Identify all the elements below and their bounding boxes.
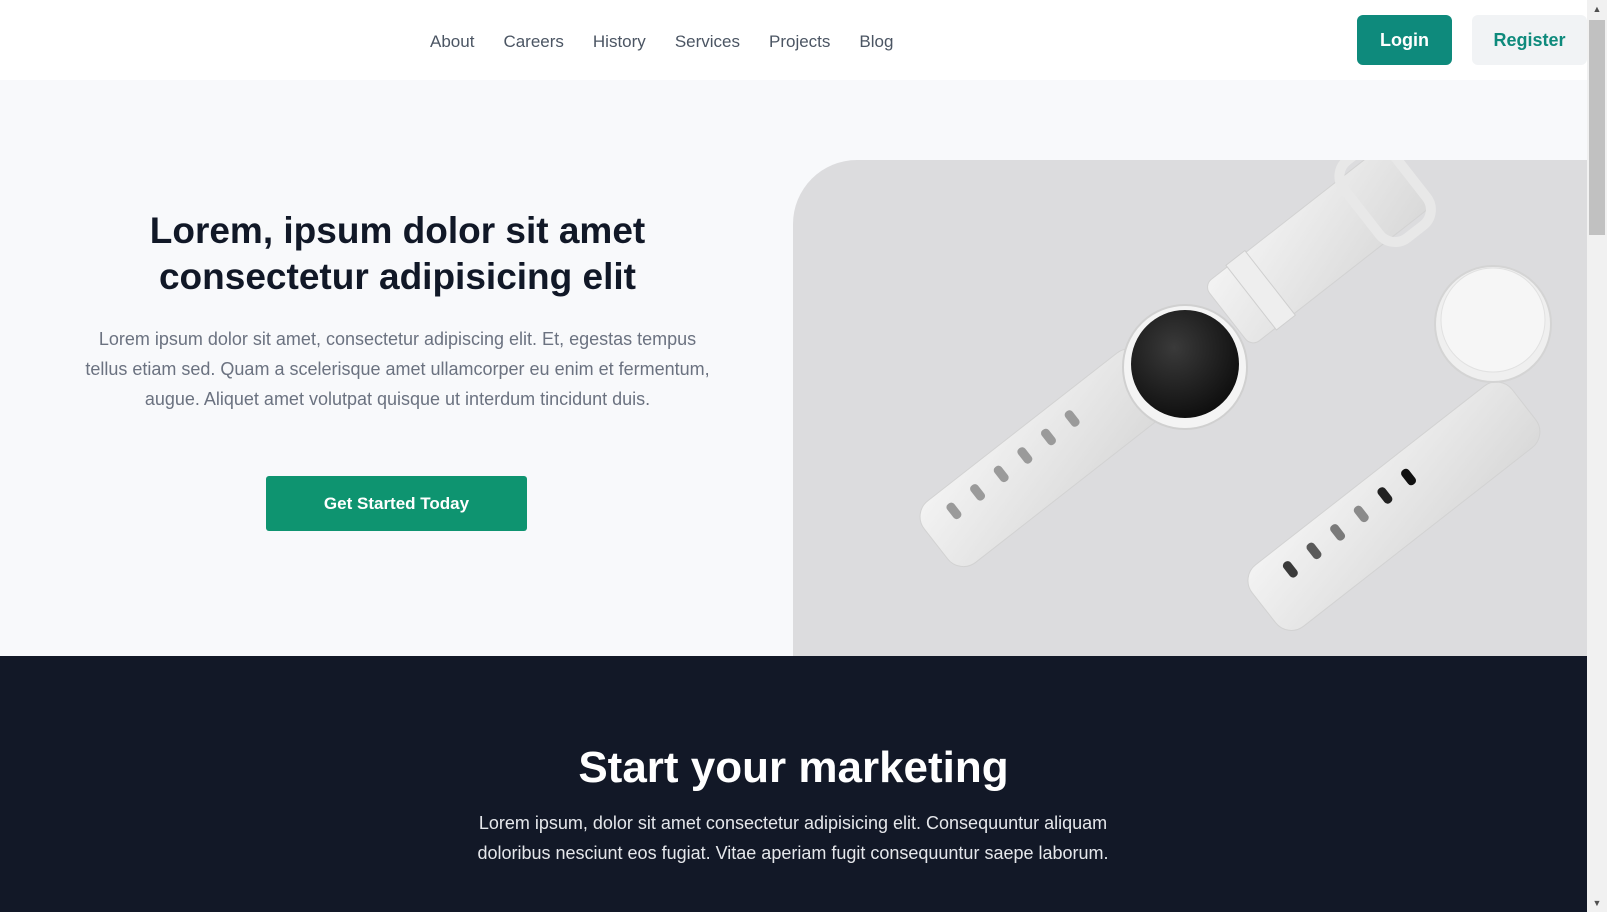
smartwatch-image bbox=[793, 160, 1587, 656]
get-started-button[interactable]: Get Started Today bbox=[266, 476, 527, 531]
nav-link-services[interactable]: Services bbox=[675, 28, 740, 56]
nav-link-careers[interactable]: Careers bbox=[503, 28, 563, 56]
scroll-down-arrow-icon[interactable]: ▼ bbox=[1587, 894, 1607, 912]
hero-title: Lorem, ipsum dolor sit amet consectetur … bbox=[149, 210, 646, 297]
marketing-section: Start your marketing Lorem ipsum, dolor … bbox=[0, 656, 1587, 912]
login-button[interactable]: Login bbox=[1357, 15, 1452, 65]
register-button[interactable]: Register bbox=[1472, 15, 1587, 65]
vertical-scrollbar[interactable]: ▲ ▼ bbox=[1587, 0, 1607, 912]
nav-link-blog[interactable]: Blog bbox=[859, 28, 893, 56]
nav-link-about[interactable]: About bbox=[430, 28, 474, 56]
site-header: About Careers History Services Projects … bbox=[0, 0, 1587, 80]
scrollbar-thumb[interactable] bbox=[1589, 20, 1605, 235]
hero-section: Lorem, ipsum dolor sit amet consectetur … bbox=[0, 80, 1587, 656]
main-nav: About Careers History Services Projects … bbox=[430, 28, 922, 56]
nav-link-history[interactable]: History bbox=[593, 28, 646, 56]
hero-subtitle: Lorem ipsum dolor sit amet, consectetur … bbox=[85, 329, 710, 409]
marketing-subtitle: Lorem ipsum, dolor sit amet consectetur … bbox=[477, 813, 1109, 863]
hero-text-block: Lorem, ipsum dolor sit amet consectetur … bbox=[60, 208, 735, 414]
scroll-up-arrow-icon[interactable]: ▲ bbox=[1587, 0, 1607, 18]
nav-link-projects[interactable]: Projects bbox=[769, 28, 830, 56]
marketing-title: Start your marketing bbox=[578, 743, 1009, 792]
smartwatch-illustration bbox=[919, 160, 1552, 631]
page: About Careers History Services Projects … bbox=[0, 0, 1587, 912]
